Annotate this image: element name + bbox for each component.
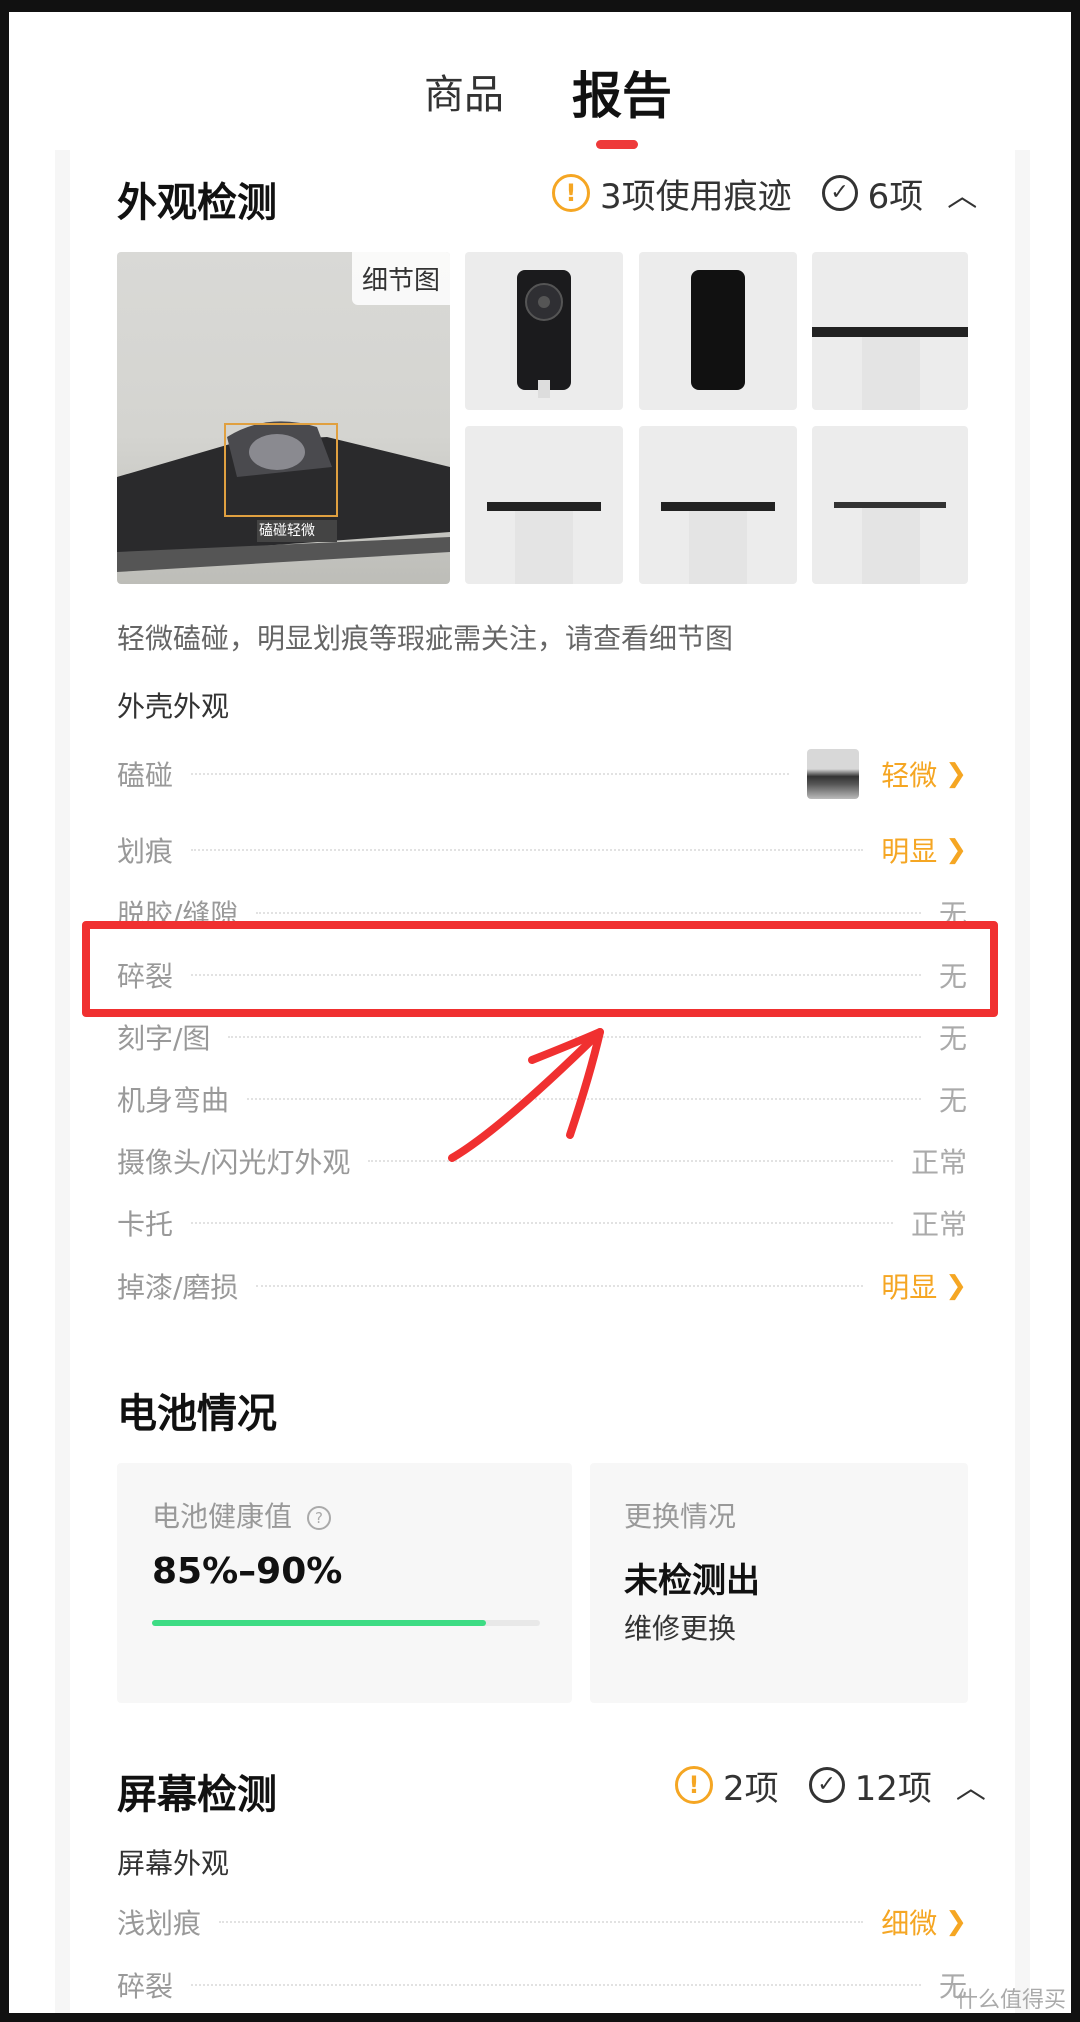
row-value: 细微 <box>881 1907 938 1940</box>
inspection-row[interactable]: 划痕 明显 ❯ <box>117 828 967 872</box>
row-label: 机身弯曲 <box>117 1084 230 1117</box>
row-label: 刻字/图 <box>117 1022 211 1055</box>
screen-ok-count: 12项 <box>854 1768 932 1809</box>
battery-health-label: 电池健康值 ? <box>152 1495 331 1535</box>
row-leader <box>256 1285 864 1287</box>
battery-replace-label: 更换情况 <box>624 1500 737 1533</box>
row-leader <box>191 849 864 851</box>
detail-thumbnail[interactable] <box>807 749 860 799</box>
battery-health-bar <box>152 1620 540 1626</box>
row-leader <box>191 1222 893 1224</box>
row-label: 划痕 <box>117 835 174 868</box>
inspection-row[interactable]: 磕碰 轻微 ❯ <box>117 749 967 799</box>
photo-side-4[interactable] <box>812 426 968 584</box>
appearance-ok-count: 6项 <box>867 176 924 217</box>
battery-health-bar-fill <box>152 1620 486 1626</box>
row-label: 浅划痕 <box>117 1907 202 1940</box>
tab-report[interactable]: 报告 <box>572 56 672 128</box>
inspection-row: 碎裂 无 <box>117 1963 967 2007</box>
phone-side-image <box>487 502 601 584</box>
check-circle-icon: ✓ <box>808 1767 845 1803</box>
active-tab-indicator <box>596 140 638 149</box>
battery-health-value: 85%–90% <box>152 1551 343 1592</box>
annotation-arrow <box>448 1028 604 1162</box>
row-label: 掉漆/磨损 <box>117 1271 239 1304</box>
inspection-row[interactable]: 掉漆/磨损 明显 ❯ <box>117 1264 967 1308</box>
row-label: 磕碰 <box>117 759 174 792</box>
battery-health-label-text: 电池健康值 <box>152 1500 293 1533</box>
phone-front-image <box>691 270 745 390</box>
chevron-up-icon[interactable]: ︿ <box>947 171 977 215</box>
battery-health-card: 电池健康值 ? 85%–90% <box>117 1463 572 1703</box>
appearance-warn-count: 3项使用痕迹 <box>600 176 792 217</box>
chevron-right-icon: ❯ <box>945 1907 967 1937</box>
phone-side-image <box>812 327 968 410</box>
row-value: 正常 <box>910 1146 967 1179</box>
detail-badge: 细节图 <box>351 252 450 305</box>
row-value: 明显 <box>881 835 938 868</box>
chevron-right-icon: ❯ <box>945 835 967 865</box>
shell-group-title: 外壳外观 <box>117 690 230 723</box>
warning-icon: ! <box>552 174 590 212</box>
battery-replace-card: 更换情况 未检测出 维修更换 <box>590 1463 968 1703</box>
row-value: 无 <box>938 1084 967 1117</box>
top-cut-bar <box>0 0 1080 12</box>
row-label: 碎裂 <box>117 1970 174 2003</box>
photo-side-3[interactable] <box>639 426 797 584</box>
inspection-row: 卡托 正常 <box>117 1201 967 1245</box>
photo-front[interactable] <box>639 252 797 410</box>
annotation-highlight-box <box>82 921 998 1017</box>
chevron-up-icon[interactable]: ︿ <box>956 1763 986 1807</box>
row-value: 明显 <box>881 1271 938 1304</box>
row-value: 轻微 <box>881 759 938 792</box>
row-leader <box>191 773 790 775</box>
row-value: 正常 <box>910 1208 967 1241</box>
watermark: 什么值得买 <box>955 1988 1066 2013</box>
appearance-note: 轻微磕碰，明显划痕等瑕疵需关注，请查看细节图 <box>117 622 734 655</box>
photo-side-2[interactable] <box>465 426 623 584</box>
row-leader <box>219 1921 864 1923</box>
photo-side-1[interactable] <box>812 252 968 410</box>
chevron-right-icon: ❯ <box>945 759 967 789</box>
phone-back-image <box>517 270 571 398</box>
row-leader <box>256 912 921 914</box>
battery-title: 电池情况 <box>117 1391 277 1437</box>
photo-back[interactable] <box>465 252 623 410</box>
battery-replace-value: 未检测出 <box>624 1561 760 1601</box>
check-circle-icon: ✓ <box>821 175 858 211</box>
tab-goods[interactable]: 商品 <box>424 62 504 120</box>
row-label: 摄像头/闪光灯外观 <box>117 1146 351 1179</box>
chevron-right-icon: ❯ <box>945 1271 967 1301</box>
row-label: 卡托 <box>117 1208 174 1241</box>
battery-replace-sub: 维修更换 <box>624 1612 737 1645</box>
row-value: 无 <box>938 1022 967 1055</box>
screen-title: 屏幕检测 <box>117 1772 277 1818</box>
row-leader <box>191 1984 921 1986</box>
phone-side-image <box>834 502 946 584</box>
appearance-title: 外观检测 <box>117 180 277 226</box>
photo-tag: 磕碰轻微 <box>259 523 315 539</box>
screen-warn-count: 2项 <box>723 1768 779 1809</box>
screen-summary[interactable]: ! 2项 ✓ 12项 ︿ <box>675 1762 986 1809</box>
help-icon[interactable]: ? <box>306 1506 331 1530</box>
appearance-summary[interactable]: ! 3项使用痕迹 ✓ 6项 ︿ <box>552 170 977 217</box>
screen-group-title: 屏幕外观 <box>117 1847 230 1880</box>
phone-side-image <box>661 502 775 584</box>
tab-bar: 商品 报告 <box>0 48 1080 158</box>
detail-photo[interactable]: 磕碰轻微 细节图 <box>117 252 450 584</box>
inspection-row[interactable]: 浅划痕 细微 ❯ <box>117 1900 967 1944</box>
warning-icon: ! <box>675 1766 713 1804</box>
